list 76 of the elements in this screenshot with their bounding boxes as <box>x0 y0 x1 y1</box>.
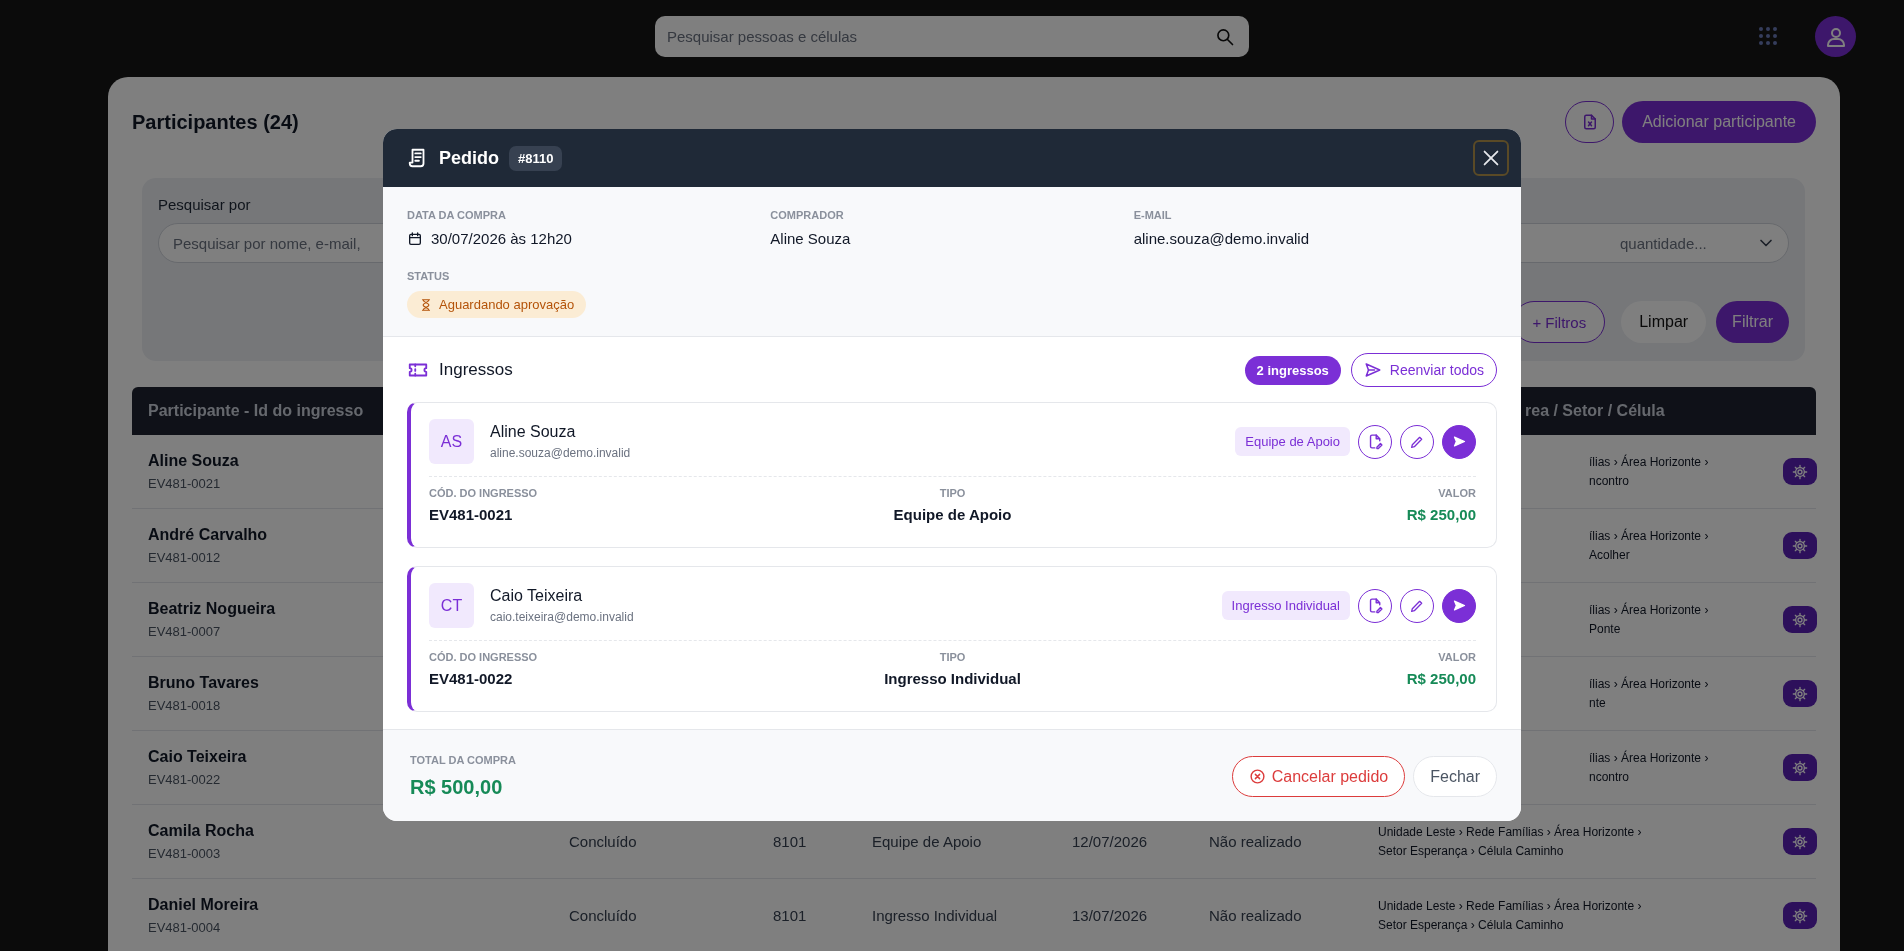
field-label: CÓD. DO INGRESSO <box>429 651 539 663</box>
area-path: ncontro <box>1589 474 1630 488</box>
ticket-id: EV481-0022 <box>148 772 221 787</box>
area-path: ílias › Área Horizonte › <box>1589 603 1709 617</box>
participant-name: Caio Teixeira <box>148 748 247 766</box>
ticket-type: Equipe de Apoio <box>893 506 1012 523</box>
ticket-code: EV481-0022 <box>429 670 514 687</box>
ticket-id: EV481-0018 <box>148 698 221 713</box>
area-path: ílias › Área Horizonte › <box>1589 455 1709 469</box>
field-label: COMPRADOR <box>770 209 845 221</box>
field-label: STATUS <box>407 270 451 282</box>
field-label: VALOR <box>1438 651 1476 663</box>
ticket-id: EV481-0004 <box>148 920 221 935</box>
area-path: Unidade Leste › Rede Famílias › Área Horizonte › <box>1378 899 1642 913</box>
area-path: Setor Esperança › Célula Caminho <box>1378 918 1564 932</box>
ticket-type-tag: Equipe de Apoio <box>1235 427 1350 456</box>
ticket-count: 2 ingressos <box>1244 355 1341 385</box>
table-cell-text: 8101 <box>773 907 808 924</box>
field-value: aline.souza@demo.invalid <box>1133 230 1309 247</box>
table-cell-text: 13/07/2026 <box>1072 907 1149 924</box>
holder-email: caio.teixeira@demo.invalid <box>490 610 634 624</box>
column-header: Participante - Id do ingresso <box>148 402 364 420</box>
status-badge: Aguardando aprovação <box>407 291 587 318</box>
field-label: TIPO <box>939 487 966 499</box>
ticket-type: Ingresso Individual <box>884 670 1021 687</box>
area-path: nte <box>1589 696 1606 710</box>
ticket-id: EV481-0007 <box>148 624 221 639</box>
field-value: Aline Souza <box>770 230 851 247</box>
table-cell-text: Concluído <box>569 907 638 924</box>
participant-name: Bruno Tavares <box>148 674 259 692</box>
participant-name: Beatriz Nogueira <box>148 600 276 618</box>
field-label: VALOR <box>1438 487 1476 499</box>
field-label: Pesquisar por <box>158 196 252 213</box>
table-cell-text: Concluído <box>569 833 638 850</box>
ticket-price: R$ 250,00 <box>1406 670 1476 687</box>
ticket-price: R$ 250,00 <box>1406 506 1476 523</box>
initials-avatar: AS <box>429 419 474 464</box>
table-cell-text: 12/07/2026 <box>1072 833 1149 850</box>
order-total: R$ 500,00 <box>410 776 504 799</box>
column-header: rea / Setor / Célula <box>1525 402 1666 420</box>
ticket-type-tag: Ingresso Individual <box>1221 591 1350 620</box>
ticket-id: EV481-0003 <box>148 846 221 861</box>
field-label: CÓD. DO INGRESSO <box>429 487 539 499</box>
field-label: TOTAL DA COMPRA <box>410 754 516 766</box>
area-path: Unidade Leste › Rede Famílias › Área Horizonte › <box>1378 825 1642 839</box>
area-path: Ponte <box>1589 622 1621 636</box>
section-title: Ingressos <box>439 360 513 380</box>
ticket-id: EV481-0021 <box>148 476 221 491</box>
area-path: ílias › Área Horizonte › <box>1589 751 1709 765</box>
field-label: DATA DA COMPRA <box>407 209 507 221</box>
participant-name: Aline Souza <box>148 452 239 470</box>
field-label: E-MAIL <box>1133 209 1173 221</box>
area-path: Acolher <box>1589 548 1630 562</box>
table-cell-text: 8101 <box>773 833 808 850</box>
ticket-id: EV481-0012 <box>148 550 221 565</box>
participant-name: Daniel Moreira <box>148 896 259 914</box>
order-number: #8110 <box>509 145 563 171</box>
initials-avatar: CT <box>429 583 474 628</box>
participant-name: Camila Rocha <box>148 822 254 840</box>
table-cell-text: Ingresso Individual <box>872 907 999 924</box>
dialog-title: Pedido <box>439 147 499 169</box>
holder-name: Aline Souza <box>490 423 577 441</box>
holder-email: aline.souza@demo.invalid <box>490 446 631 460</box>
area-path: ncontro <box>1589 770 1630 784</box>
page-title: Participantes (24) <box>132 110 299 134</box>
participant-name: André Carvalho <box>148 526 268 544</box>
area-path: Setor Esperança › Célula Caminho <box>1378 844 1564 858</box>
field-value: 30/07/2026 às 12h20 <box>431 230 572 247</box>
area-path: ílias › Área Horizonte › <box>1589 529 1709 543</box>
field-label: TIPO <box>939 651 966 663</box>
table-cell-text: Equipe de Apoio <box>872 833 983 850</box>
ticket-code: EV481-0021 <box>429 506 514 523</box>
table-cell-text: Não realizado <box>1209 833 1303 850</box>
holder-name: Caio Teixeira <box>490 587 584 605</box>
area-path: ílias › Área Horizonte › <box>1589 677 1709 691</box>
table-cell-text: Não realizado <box>1209 907 1303 924</box>
